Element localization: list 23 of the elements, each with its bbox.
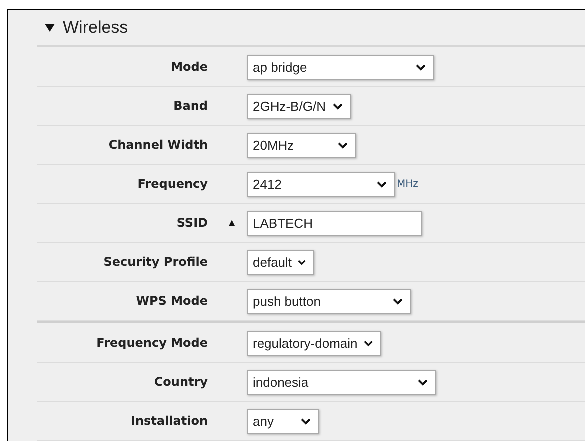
section-title: Wireless — [63, 18, 128, 38]
dropdown[interactable]: regulatory-domain — [247, 330, 381, 356]
field-label: WPS Mode — [135, 294, 208, 308]
field-label: Frequency Mode — [96, 336, 208, 350]
collapse-toggle[interactable]: ▲ — [227, 218, 237, 228]
dropdown[interactable]: any — [247, 408, 319, 434]
field-label: Mode — [170, 60, 208, 74]
field-label: Channel Width — [108, 138, 208, 152]
unit-label: MHz — [397, 178, 418, 190]
field-label: Security Profile — [102, 255, 208, 269]
dropdown[interactable]: 2412 — [247, 172, 395, 196]
dropdown[interactable]: ap bridge — [247, 54, 434, 80]
dropdown[interactable]: indonesia — [247, 370, 436, 394]
field-label: Installation — [130, 414, 208, 428]
field-label: SSID — [176, 216, 208, 230]
dropdown[interactable]: 2GHz-B/G/N — [247, 94, 351, 118]
dropdown[interactable]: default — [247, 250, 314, 274]
dropdown[interactable]: 20MHz — [247, 132, 356, 158]
text-field[interactable]: LABTECH — [247, 210, 422, 236]
field-label: Frequency — [136, 177, 208, 191]
dropdown[interactable]: push button — [247, 288, 411, 314]
field-label: Band — [172, 99, 208, 113]
field-label: Country — [153, 375, 208, 389]
